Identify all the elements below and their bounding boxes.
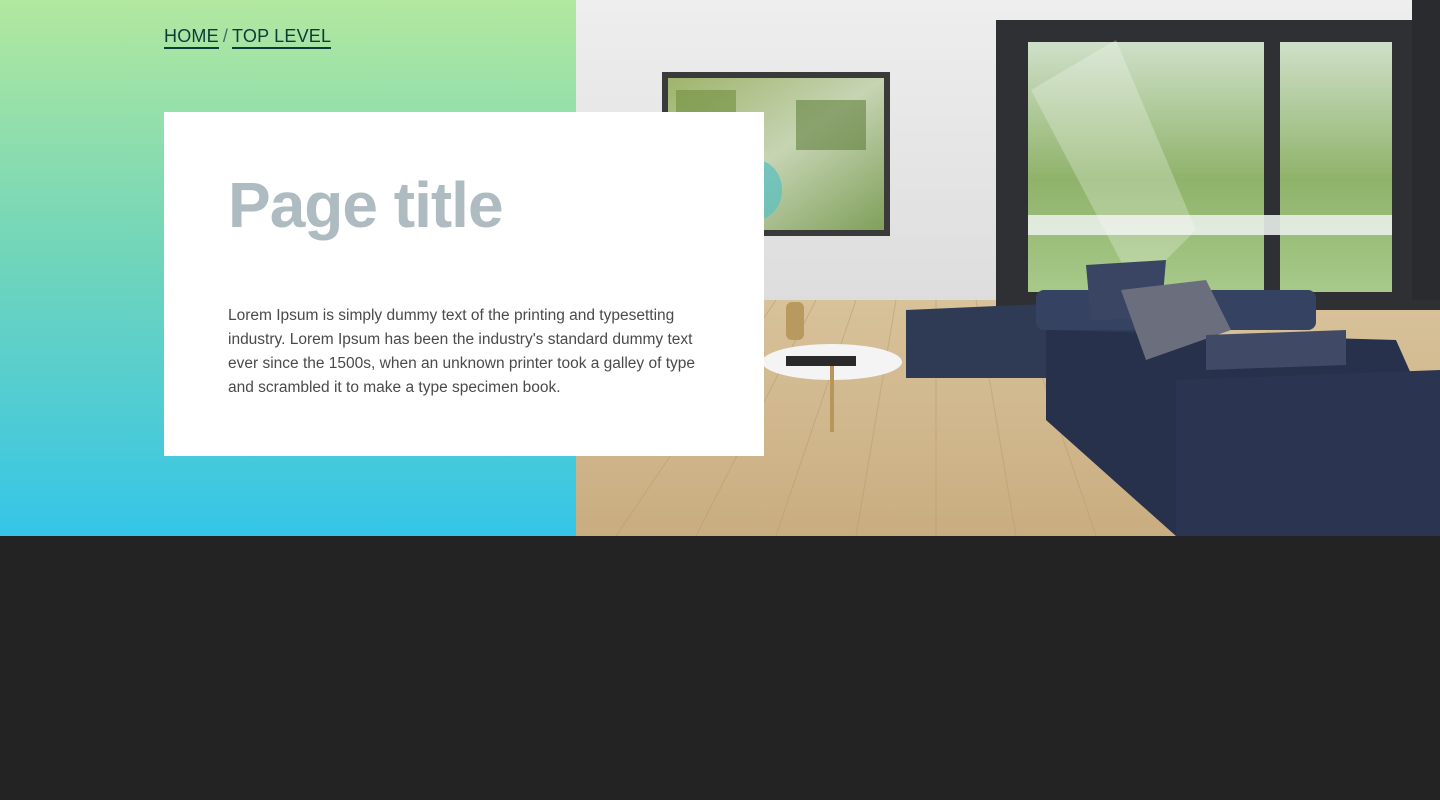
breadcrumb-link-home[interactable]: HOME [164, 26, 219, 49]
intro-card: Page title Lorem Ipsum is simply dummy t… [164, 112, 764, 456]
hero-section: HOME / TOP LEVEL Page title Lorem Ipsum is… [0, 0, 1440, 536]
dark-section [0, 536, 1440, 800]
breadcrumb: HOME / TOP LEVEL [164, 24, 332, 49]
page-title: Page title [228, 169, 504, 241]
breadcrumb-link-top-level[interactable]: TOP LEVEL [232, 26, 332, 49]
breadcrumb-separator: / [222, 26, 229, 46]
page-description: Lorem Ipsum is simply dummy text of the … [228, 307, 696, 396]
